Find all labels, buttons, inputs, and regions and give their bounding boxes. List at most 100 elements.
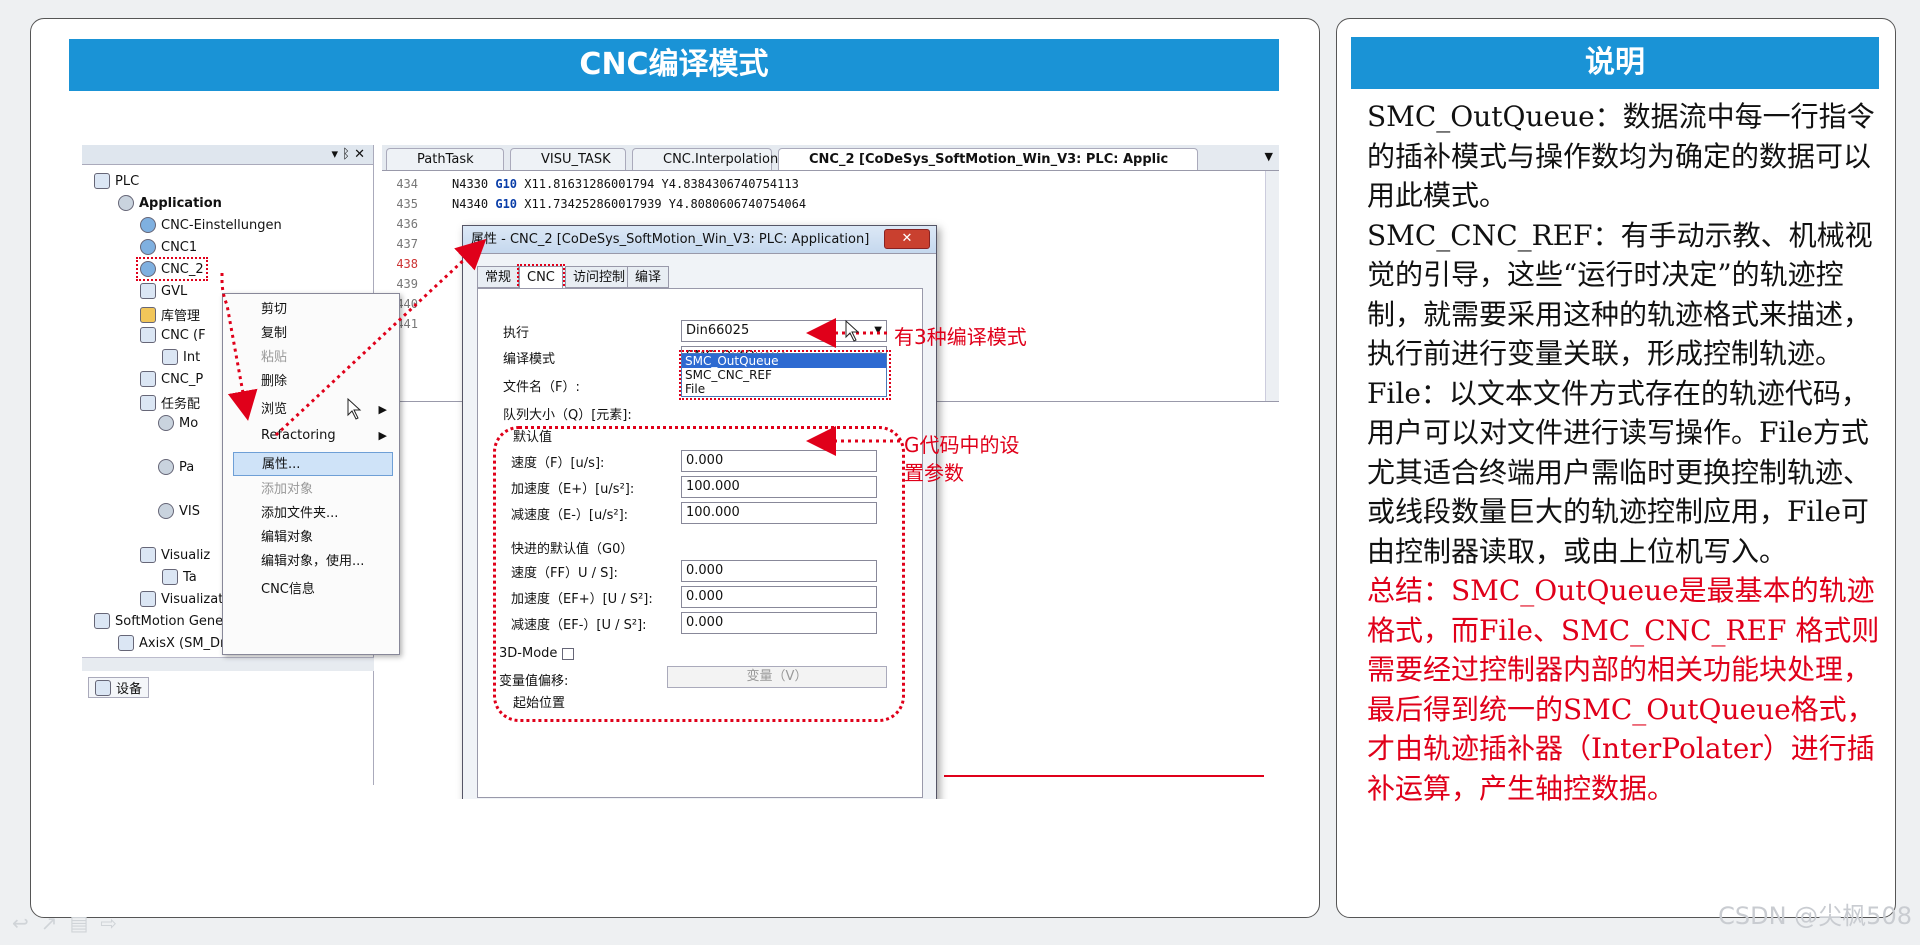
rapid-speed-input[interactable]: 0.000 — [681, 560, 877, 582]
line-number: 435 — [396, 197, 418, 211]
dialog-title: 属性 - CNC_2 [CoDeSys_SoftMotion_Win_V3: P… — [463, 226, 936, 254]
dropdown-arrow-icon: ▼ — [874, 325, 882, 336]
tree-item-pa[interactable]: Pa — [158, 459, 194, 475]
gear-icon — [158, 459, 174, 475]
menu-item-edit-object-with[interactable]: 编辑对象，使用... — [233, 550, 393, 574]
tab-cnc-interpolation[interactable]: CNC.Interpolation — [632, 148, 778, 170]
tree-item-ta[interactable]: Ta — [162, 569, 197, 585]
file-label: 文件名（F）: — [503, 380, 580, 395]
tab-cnc2[interactable]: CNC_2 [CoDeSys_SoftMotion_Win_V3: PLC: A… — [778, 148, 1198, 170]
exec-label: 执行 — [503, 326, 530, 341]
desc-file: File：以文本文件方式存在的轨迹代码，用户可以对文件进行读写操作。File方式… — [1367, 376, 1872, 568]
axis-icon — [118, 635, 134, 651]
tabs-dropdown-icon[interactable]: ▼ — [1265, 150, 1273, 163]
tab-visu-task[interactable]: VISU_TASK — [510, 148, 626, 170]
exec-select[interactable]: Din66025 ▼ — [681, 320, 887, 342]
submenu-arrow-icon: ▶ — [378, 403, 387, 416]
context-menu: 剪切 复制 粘贴 删除 浏览 ▶ Refactoring ▶ 属性... 添加对象 … — [222, 293, 400, 655]
menu-item-copy[interactable]: 复制 — [233, 322, 393, 346]
decel-label: 减速度（E-）[u/s²]: — [511, 508, 629, 523]
dialog-close-button[interactable]: ✕ — [884, 229, 930, 249]
visualization-icon — [140, 547, 156, 563]
speed-input[interactable]: 0.000 — [681, 450, 877, 472]
tree-item-cnc-einstellungen[interactable]: CNC-Einstellungen — [140, 217, 282, 233]
tree-horizontal-scrollbar[interactable] — [82, 657, 374, 671]
tree-item-cnc2[interactable]: CNC_2 — [136, 257, 208, 281]
annotation-modes: 有3种编译模式 — [894, 325, 1027, 349]
visualization-icon — [162, 569, 178, 585]
start-position-label: 起始位置 — [513, 696, 566, 711]
tree-item-cnc-f[interactable]: CNC (F — [140, 327, 206, 343]
menu-item-delete[interactable]: 删除 — [233, 370, 393, 394]
devices-icon — [95, 679, 111, 696]
tree-item-task-config[interactable]: 任务配 — [140, 393, 200, 412]
tab-devices[interactable]: 设备 — [88, 677, 150, 698]
line-number: 438 — [396, 257, 418, 271]
speed-label: 速度（F）[u/s]: — [511, 456, 605, 471]
menu-item-add-object[interactable]: 添加对象 — [233, 478, 393, 502]
menu-item-cnc-info[interactable]: CNC信息 — [233, 578, 393, 602]
plc-icon — [94, 173, 110, 189]
options-highlight — [679, 350, 891, 400]
code-line: N4340 G10 X11.734252860017939 Y4.8080606… — [452, 197, 807, 211]
cnc-icon — [140, 239, 156, 255]
cnc-icon — [140, 217, 156, 233]
cnc-icon — [140, 261, 156, 277]
dialog-tab-cnc[interactable]: CNC — [517, 264, 565, 290]
menu-item-browse[interactable]: 浏览 ▶ — [233, 398, 393, 422]
right-panel: 说明 SMC_OutQueue：数据流中每一行指令的插补模式与操作数均为确定的数… — [1336, 18, 1896, 918]
accel-input[interactable]: 100.000 — [681, 476, 877, 498]
dialog-tab-access[interactable]: 访问控制 — [565, 266, 634, 288]
tree-item-vis[interactable]: VIS — [158, 503, 200, 519]
tree-item-gvl[interactable]: GVL — [140, 283, 187, 299]
tree-item-library-manager[interactable]: 库管理 — [140, 305, 200, 324]
rapid-accel-input[interactable]: 0.000 — [681, 586, 877, 608]
mode-label: 编译模式 — [503, 352, 556, 367]
watermark: CSDN @尖枫508 — [1718, 902, 1912, 930]
menu-item-paste[interactable]: 粘贴 — [233, 346, 393, 370]
tree-item-mo[interactable]: Mo — [158, 415, 198, 431]
variable-button[interactable]: 变量（V） — [667, 666, 887, 688]
tree-item-application[interactable]: Application — [118, 195, 222, 211]
default-group-label: 默认值 — [513, 430, 553, 445]
line-number: 434 — [396, 177, 418, 191]
dialog-tab-build[interactable]: 编译 — [627, 266, 670, 288]
tree-item-cnc-p[interactable]: CNC_P — [140, 371, 203, 387]
rapid-decel-input[interactable]: 0.000 — [681, 612, 877, 634]
gvl-icon — [140, 283, 156, 299]
menu-item-edit-object[interactable]: 编辑对象 — [233, 526, 393, 550]
menu-item-cut[interactable]: 剪切 — [233, 298, 393, 322]
desc-summary: 总结：SMC_OutQueue是最基本的轨迹格式，而File、SMC_CNC_R… — [1367, 574, 1880, 805]
program-icon — [140, 327, 156, 343]
left-panel-title: CNC编译模式 — [69, 39, 1279, 91]
rapid-accel-label: 加速度（EF+）[U / S²]: — [511, 592, 653, 607]
gear-icon — [118, 195, 134, 211]
queue-label: 队列大小（Q）[元素]: — [503, 408, 632, 423]
tab-pathtask[interactable]: PathTask — [386, 148, 504, 170]
desc-smc-cnc-ref: SMC_CNC_REF：有手动示教、机械视觉的引导，这些“运行时决定”的轨迹控制… — [1367, 218, 1873, 371]
menu-item-properties[interactable]: 属性... — [233, 452, 393, 476]
tree-item-cnc1[interactable]: CNC1 — [140, 239, 197, 255]
axis-pool-icon — [94, 613, 110, 629]
accel-label: 加速度（E+）[u/s²]: — [511, 482, 635, 497]
tree-item-visualiz[interactable]: Visualiz — [140, 547, 210, 563]
properties-dialog: 属性 - CNC_2 [CoDeSys_SoftMotion_Win_V3: P… — [462, 225, 937, 799]
editor-scrollbar[interactable] — [1265, 171, 1279, 401]
tree-item-plc[interactable]: PLC — [94, 173, 139, 189]
submenu-arrow-icon: ▶ — [378, 429, 387, 442]
menu-item-refactoring[interactable]: Refactoring ▶ — [233, 424, 393, 448]
codesys-screenshot: ▾ ᛒ ✕ PLC Application CNC-Einstellungen … — [82, 145, 1279, 799]
dialog-tab-general[interactable]: 常规 — [477, 266, 520, 288]
slide-nav-icons[interactable]: ↩↗▤⇨ — [12, 911, 129, 935]
program-icon — [140, 371, 156, 387]
tree-header[interactable]: ▾ ᛒ ✕ — [82, 145, 373, 165]
red-marker-line — [944, 775, 1264, 777]
decel-input[interactable]: 100.000 — [681, 502, 877, 524]
menu-item-add-folder[interactable]: 添加文件夹... — [233, 502, 393, 526]
description-text: SMC_OutQueue：数据流中每一行指令的插补模式与操作数均为确定的数据可以… — [1367, 97, 1883, 808]
mode-3d-checkbox[interactable] — [561, 647, 574, 660]
tree-item-int[interactable]: Int — [162, 349, 200, 365]
gear-icon — [158, 415, 174, 431]
visualization-icon — [140, 591, 156, 607]
line-number: 439 — [396, 277, 418, 291]
